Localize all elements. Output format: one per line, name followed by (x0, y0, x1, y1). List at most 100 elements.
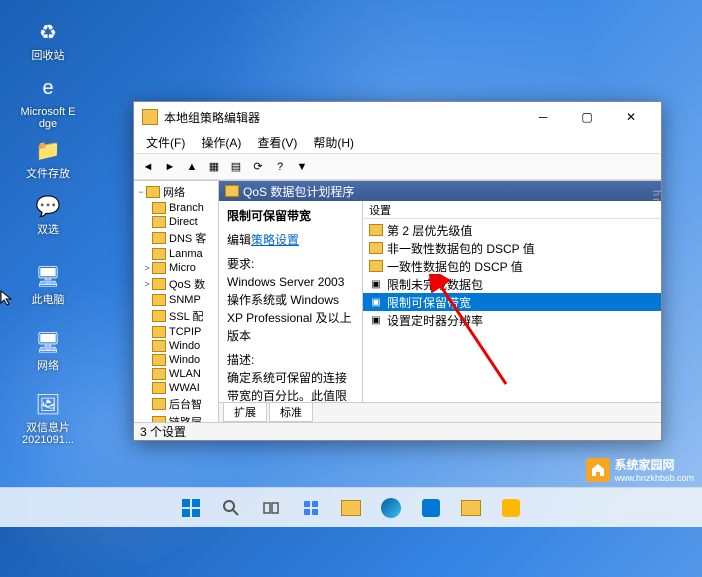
setting-item[interactable]: ▣限制未完成数据包 (363, 275, 661, 293)
icon: 📁 (32, 134, 64, 166)
tree-item[interactable]: −网络 (134, 183, 218, 201)
content-header: QoS 数据包计划程序 (219, 181, 661, 201)
tree-item[interactable]: SNMP (134, 293, 218, 307)
folder-icon (152, 382, 166, 394)
help-button[interactable]: ? (270, 157, 290, 177)
column-header[interactable]: 设置 (363, 201, 661, 219)
icon: e (32, 72, 64, 104)
tree-item[interactable]: Windo (134, 339, 218, 353)
menu-file[interactable]: 文件(F) (138, 134, 193, 151)
desktop-icon-回收站[interactable]: ♻回收站 (20, 16, 76, 62)
export-button[interactable]: ▤ (226, 157, 246, 177)
edit-policy-link[interactable]: 策略设置 (251, 233, 299, 247)
menu-view[interactable]: 查看(V) (249, 134, 305, 151)
folder-icon (369, 242, 383, 254)
folder-icon (152, 340, 166, 352)
menu-help[interactable]: 帮助(H) (305, 134, 362, 151)
folder-icon (152, 354, 166, 366)
close-button[interactable]: ✕ (609, 102, 653, 132)
policy-icon: ▣ (369, 295, 383, 309)
app2-button[interactable] (493, 490, 529, 526)
settings-pane: 设置 第 2 层优先级值非一致性数据包的 DSCP 值一致性数据包的 DSCP … (363, 201, 661, 402)
app-icon (142, 109, 158, 125)
desktop-icon-文件存放[interactable]: 📁文件存放 (20, 134, 76, 180)
folder-icon (152, 202, 166, 214)
desktop-icon-Microsoft Edge[interactable]: eMicrosoft Edge (20, 72, 76, 130)
gpedit-taskbar[interactable] (453, 490, 489, 526)
taskview-button[interactable] (253, 490, 289, 526)
widgets-button[interactable] (293, 490, 329, 526)
desktop-icon-网络[interactable]: 🖥网络 (20, 326, 76, 372)
icon: 💬 (32, 190, 64, 222)
filter-button[interactable]: ▼ (292, 157, 312, 177)
tree-item[interactable]: Lanma (134, 247, 218, 261)
settings-list[interactable]: 第 2 层优先级值非一致性数据包的 DSCP 值一致性数据包的 DSCP 值▣限… (363, 219, 661, 402)
watermark-url-vertical: hnzkhbsb.com (650, 190, 662, 285)
setting-title: 限制可保留带宽 (227, 207, 354, 225)
tree-item[interactable]: TCPIP (134, 325, 218, 339)
folder-icon (152, 262, 166, 274)
tree-item[interactable]: 后台智 (134, 395, 218, 413)
desktop-icon-双选[interactable]: 💬双选 (20, 190, 76, 236)
folder-icon (152, 326, 166, 338)
policy-icon: ▣ (369, 313, 383, 327)
forward-button[interactable]: ► (160, 157, 180, 177)
setting-item[interactable]: 第 2 层优先级值 (363, 221, 661, 239)
folder-icon (152, 368, 166, 380)
maximize-button[interactable]: ▢ (565, 102, 609, 132)
tree-item[interactable]: >QoS 数 (134, 275, 218, 293)
desktop-icon-双信息片 2021091...[interactable]: 🖼双信息片2021091... (20, 388, 76, 446)
folder-icon (369, 260, 383, 272)
gpedit-window: 本地组策略编辑器 ─ ▢ ✕ 文件(F) 操作(A) 查看(V) 帮助(H) ◄… (133, 101, 662, 441)
tree-item[interactable]: 链路层 (134, 413, 218, 422)
statusbar: 3 个设置 (134, 422, 661, 440)
tab-standard[interactable]: 标准 (269, 403, 313, 422)
view-tabs: 扩展 标准 (219, 402, 661, 422)
minimize-button[interactable]: ─ (521, 102, 565, 132)
back-button[interactable]: ◄ (138, 157, 158, 177)
tree-item[interactable]: SSL 配 (134, 307, 218, 325)
tree-item[interactable]: WLAN (134, 367, 218, 381)
policy-icon: ▣ (369, 277, 383, 291)
icon: 🖥 (32, 326, 64, 358)
refresh-button[interactable]: ⟳ (248, 157, 268, 177)
tree-item[interactable]: >Micro (134, 261, 218, 275)
tree-item[interactable]: WWAI (134, 381, 218, 395)
icon: ♻ (32, 16, 64, 48)
show-hide-button[interactable]: ▦ (204, 157, 224, 177)
up-button[interactable]: ▲ (182, 157, 202, 177)
desktop-icon-此电脑[interactable]: 🖥此电脑 (20, 260, 76, 306)
tree-item[interactable]: DNS 客 (134, 229, 218, 247)
titlebar[interactable]: 本地组策略编辑器 ─ ▢ ✕ (134, 102, 661, 132)
folder-icon (369, 224, 383, 236)
folder-icon (152, 232, 166, 244)
tree-item[interactable]: Windo (134, 353, 218, 367)
folder-icon (152, 278, 166, 290)
tab-extended[interactable]: 扩展 (223, 403, 267, 422)
folder-icon (152, 310, 166, 322)
setting-item[interactable]: 一致性数据包的 DSCP 值 (363, 257, 661, 275)
app1-button[interactable] (413, 490, 449, 526)
setting-item[interactable]: ▣设置定时器分辨率 (363, 311, 661, 329)
folder-icon (152, 248, 166, 260)
setting-item[interactable]: 非一致性数据包的 DSCP 值 (363, 239, 661, 257)
tree-item[interactable]: Branch (134, 201, 218, 215)
description-pane: 限制可保留带宽 编辑策略设置 要求:Windows Server 2003 操作… (219, 201, 363, 402)
menu-action[interactable]: 操作(A) (193, 134, 249, 151)
window-title: 本地组策略编辑器 (164, 109, 521, 126)
taskbar[interactable] (0, 487, 702, 527)
search-button[interactable] (213, 490, 249, 526)
edge-button[interactable] (373, 490, 409, 526)
start-button[interactable] (173, 490, 209, 526)
folder-icon (152, 216, 166, 228)
folder-icon (225, 185, 239, 197)
setting-item[interactable]: ▣限制可保留带宽 (363, 293, 661, 311)
tree-item[interactable]: Direct (134, 215, 218, 229)
folder-icon (152, 398, 166, 410)
icon: 🖼 (32, 388, 64, 420)
tree-pane[interactable]: −网络BranchDirectDNS 客Lanma>Micro>QoS 数SNM… (134, 181, 219, 422)
menubar: 文件(F) 操作(A) 查看(V) 帮助(H) (134, 132, 661, 154)
explorer-button[interactable] (333, 490, 369, 526)
folder-icon (152, 294, 166, 306)
folder-icon (146, 186, 160, 198)
